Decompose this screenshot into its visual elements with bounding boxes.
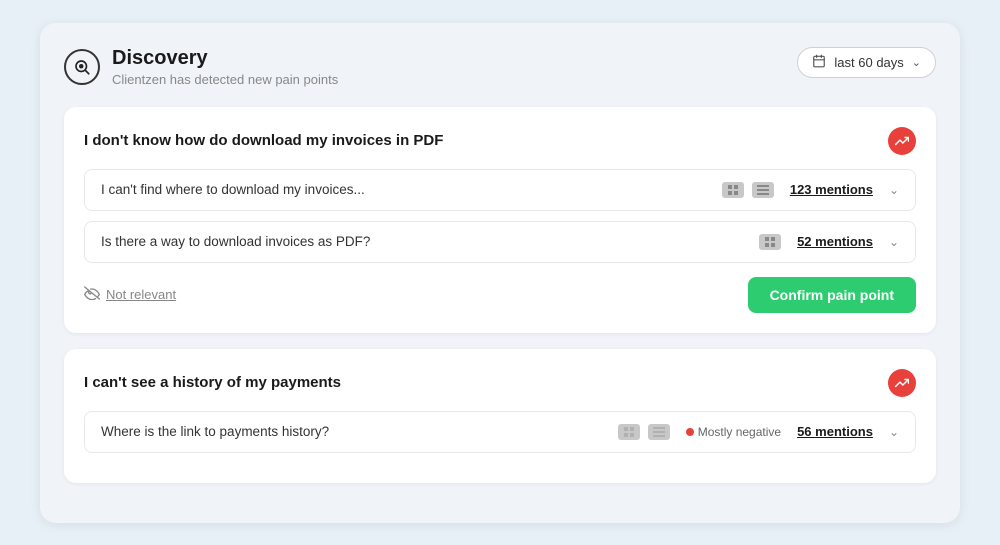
item-row-2-1: Where is the link to payments history? M… [84,411,916,453]
chevron-icon-1-1: ⌄ [889,183,899,197]
page-title: Discovery [112,47,338,70]
mentions-link-2-1[interactable]: 56 mentions [797,424,873,439]
card-2-header: I can't see a history of my payments [84,369,916,397]
chevron-icon-2-1: ⌄ [889,425,899,439]
table-icon-1 [752,182,774,198]
pain-point-card-2: I can't see a history of my payments Whe… [64,349,936,483]
card-1-footer: Not relevant Confirm pain point [84,277,916,313]
mentions-1-1: 123 mentions ⌄ [790,182,899,197]
card-1-title: I don't know how do download my invoices… [84,132,443,149]
discovery-icon [64,49,100,85]
pain-point-card-1: I don't know how do download my invoices… [64,107,936,333]
not-relevant-button[interactable]: Not relevant [84,286,176,303]
calendar-icon [812,54,826,71]
chevron-down-icon: ⌄ [912,56,921,69]
table-icon-2 [648,424,670,440]
item-row-1-1: I can't find where to download my invoic… [84,169,916,211]
card-2-title: I can't see a history of my payments [84,374,341,391]
item-row-1-2: Is there a way to download invoices as P… [84,221,916,263]
mentions-link-1-2[interactable]: 52 mentions [797,234,873,249]
item-text-2-1: Where is the link to payments history? [101,424,618,439]
chevron-icon-1-2: ⌄ [889,235,899,249]
header-text: Discovery Clientzen has detected new pai… [112,47,338,87]
item-icons-2-1 [618,424,670,440]
discovery-container: Discovery Clientzen has detected new pai… [40,23,960,523]
item-text-1-2: Is there a way to download invoices as P… [101,234,759,249]
item-text-1-1: I can't find where to download my invoic… [101,182,722,197]
page-subtitle: Clientzen has detected new pain points [112,72,338,87]
date-filter-label: last 60 days [834,55,903,70]
eye-off-icon [84,286,100,303]
date-filter-button[interactable]: last 60 days ⌄ [797,47,936,78]
mentions-2-1: 56 mentions ⌄ [797,424,899,439]
trending-badge-2 [888,369,916,397]
header-left: Discovery Clientzen has detected new pai… [64,47,338,87]
item-icons-1-1 [722,182,774,198]
mentions-1-2: 52 mentions ⌄ [797,234,899,249]
item-icons-1-2 [759,234,781,250]
confirm-pain-point-button[interactable]: Confirm pain point [748,277,916,313]
grid-icon-1 [722,182,744,198]
grid-icon-3 [618,424,640,440]
mentions-link-1-1[interactable]: 123 mentions [790,182,873,197]
header: Discovery Clientzen has detected new pai… [64,47,936,87]
grid-icon-2 [759,234,781,250]
sentiment-indicator [686,428,694,436]
trending-badge-1 [888,127,916,155]
not-relevant-label: Not relevant [106,287,176,302]
sentiment-label: Mostly negative [698,425,781,439]
card-1-header: I don't know how do download my invoices… [84,127,916,155]
